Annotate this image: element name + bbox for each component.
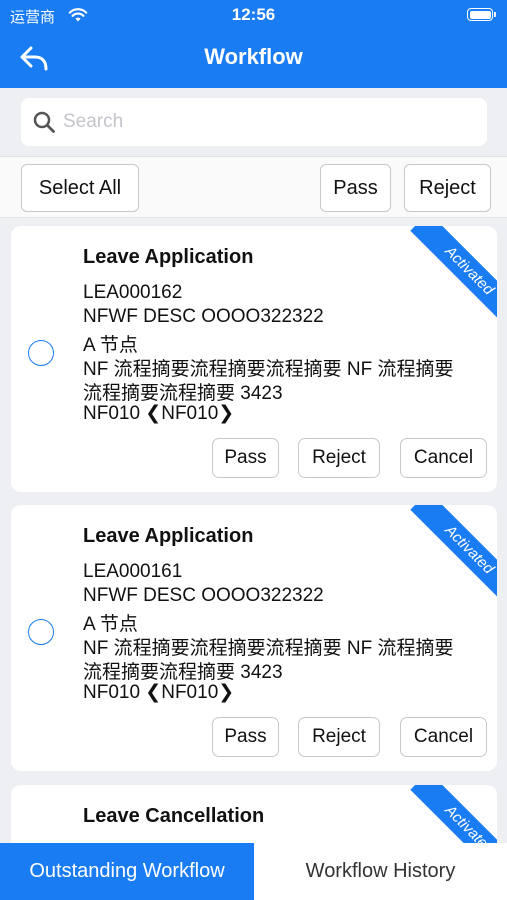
battery-icon — [467, 8, 496, 21]
tab-outstanding-workflow[interactable]: Outstanding Workflow — [0, 843, 254, 900]
card-node: A 节点 — [83, 614, 138, 635]
search-input[interactable] — [63, 111, 463, 133]
page-title: Workflow — [204, 44, 303, 69]
pass-button[interactable]: Pass — [212, 438, 279, 478]
workflow-screen: 运营商 12:56 Workflow Search Select All Pas… — [0, 0, 507, 900]
radio-unchecked-icon[interactable] — [28, 340, 54, 366]
batch-pass-button[interactable]: Pass — [320, 164, 391, 212]
select-all-button[interactable]: Select All — [21, 164, 139, 212]
card-summary-cont: 流程摘要流程摘要 3423 — [83, 662, 283, 683]
card-desc: NFWF DESC OOOO322322 — [83, 585, 324, 606]
bottom-tab-bar: Outstanding Workflow Workflow History — [0, 843, 507, 900]
status-badge: Activated — [410, 785, 497, 843]
batch-reject-button[interactable]: Reject — [404, 164, 491, 212]
workflow-card: Activated Leave Application LEA000161 NF… — [11, 505, 497, 771]
card-ref: NF010 ❮NF010❯ — [83, 403, 235, 424]
card-title: Leave Application — [83, 525, 254, 547]
card-summary-cont: 流程摘要流程摘要 3423 — [83, 383, 283, 404]
reject-button[interactable]: Reject — [298, 717, 380, 757]
status-ribbon: Activated — [397, 505, 497, 605]
cancel-button[interactable]: Cancel — [400, 438, 487, 478]
status-bar: 运营商 12:56 — [0, 0, 507, 30]
cancel-button[interactable]: Cancel — [400, 717, 487, 757]
card-summary: NF 流程摘要流程摘要流程摘要 NF 流程摘要 — [83, 638, 454, 659]
card-code: LEA000161 — [83, 561, 183, 582]
header: 运营商 12:56 Workflow — [0, 0, 507, 88]
card-summary: NF 流程摘要流程摘要流程摘要 NF 流程摘要 — [83, 359, 454, 380]
card-desc: NFWF DESC OOOO322322 — [83, 306, 324, 327]
search-box[interactable] — [21, 98, 487, 146]
card-title: Leave Cancellation — [83, 805, 265, 827]
card-title: Leave Application — [83, 246, 254, 268]
card-ref: NF010 ❮NF010❯ — [83, 682, 235, 703]
search-icon — [31, 109, 57, 135]
status-badge: Activated — [410, 505, 497, 605]
workflow-list: Activated Leave Application LEA000162 NF… — [0, 218, 507, 843]
search-bar — [0, 88, 507, 156]
workflow-card: Activated Leave Application LEA000162 NF… — [11, 226, 497, 492]
batch-action-bar: Select All Pass Reject — [0, 156, 507, 218]
workflow-card: Activated Leave Cancellation — [11, 785, 497, 843]
status-ribbon: Activated — [397, 226, 497, 326]
reject-button[interactable]: Reject — [298, 438, 380, 478]
status-badge: Activated — [410, 226, 497, 326]
tab-workflow-history[interactable]: Workflow History — [254, 843, 507, 900]
status-ribbon: Activated — [397, 785, 497, 843]
card-node: A 节点 — [83, 335, 138, 356]
pass-button[interactable]: Pass — [212, 717, 279, 757]
status-time: 12:56 — [231, 5, 276, 24]
radio-unchecked-icon[interactable] — [28, 619, 54, 645]
card-code: LEA000162 — [83, 282, 183, 303]
